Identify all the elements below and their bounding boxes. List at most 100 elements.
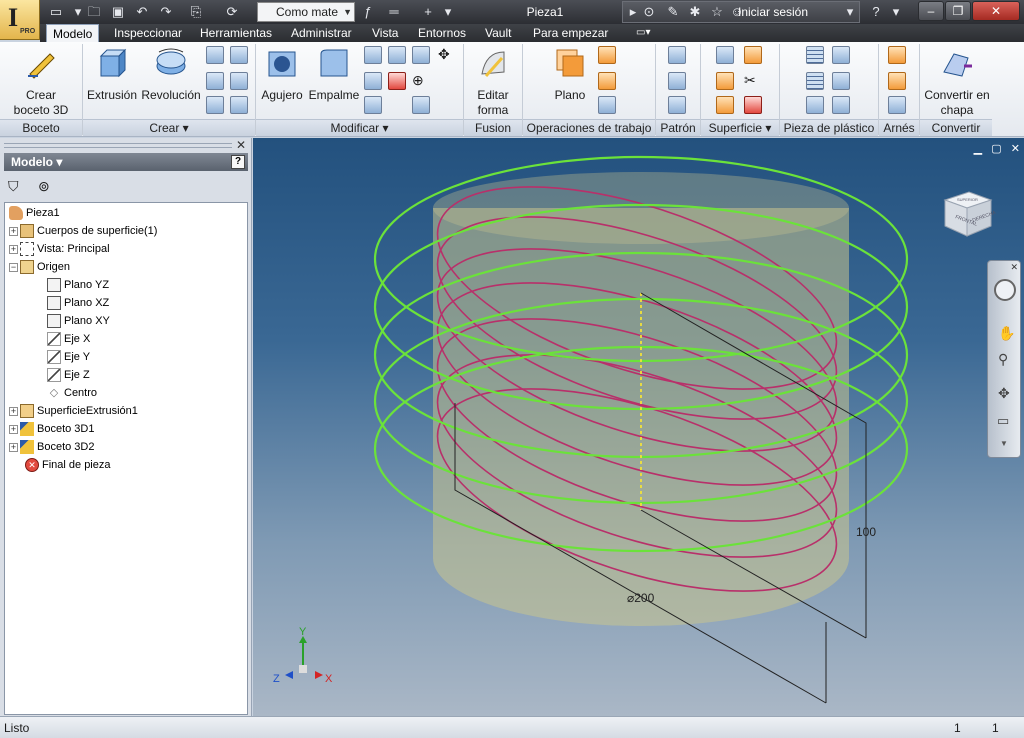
panel-superficie[interactable]: Superficie ▾ xyxy=(701,119,779,136)
tree-item-axis-x[interactable]: Eje X xyxy=(47,330,90,348)
viewcube[interactable]: FRONTAL DERECHA SUPERIOR xyxy=(939,182,997,240)
circular-pattern-icon[interactable] xyxy=(668,72,686,90)
tree-item-axis-y[interactable]: Eje Y xyxy=(47,348,90,366)
mirror-icon[interactable] xyxy=(668,96,686,114)
panel-modificar[interactable]: Modificar ▾ xyxy=(256,119,463,136)
browser-grip[interactable] xyxy=(4,143,232,148)
steering-wheel-icon[interactable] xyxy=(994,279,1016,301)
minimize-button[interactable]: – xyxy=(918,1,944,21)
expand-icon[interactable]: + xyxy=(9,244,18,254)
vp-restore-icon[interactable]: ▢ xyxy=(991,143,1001,155)
navbar-close-icon[interactable]: ✕ xyxy=(1010,262,1018,273)
tree-item-plane-xz[interactable]: Plano XZ xyxy=(47,294,109,312)
vp-minimize-icon[interactable]: ▁ xyxy=(974,143,982,155)
dim-height-label[interactable]: 100 xyxy=(856,525,876,539)
tree-item-origin[interactable]: − Origen xyxy=(9,258,70,276)
combine-icon[interactable] xyxy=(364,72,382,90)
tab-modelo[interactable]: Modelo xyxy=(46,24,100,43)
appearance-combo[interactable]: Como mate ▼ xyxy=(257,2,355,22)
rib-icon[interactable] xyxy=(206,96,224,114)
return-icon[interactable]: ⎘ xyxy=(188,4,204,20)
rectangular-pattern-icon[interactable] xyxy=(668,46,686,64)
tab-para-empezar[interactable]: Para empezar xyxy=(533,24,608,42)
signin-dropdown-icon[interactable]: ▾ xyxy=(842,4,858,20)
tree-item-pieza1[interactable]: Pieza1 xyxy=(9,204,60,222)
binoculars-icon[interactable]: ⊙ xyxy=(641,4,657,20)
editar-forma-button[interactable]: Editar forma xyxy=(468,44,518,118)
browser-close-icon[interactable]: ✕ xyxy=(236,138,246,152)
draft-icon[interactable] xyxy=(364,96,382,114)
loft-icon[interactable] xyxy=(206,46,224,64)
revolucion-button[interactable]: Revolución xyxy=(140,44,202,103)
patch-icon[interactable] xyxy=(744,46,762,64)
tree-item-sketch-3d1[interactable]: + Boceto 3D1 xyxy=(9,420,94,438)
chamfer-icon[interactable] xyxy=(364,46,382,64)
navbar-options-icon[interactable]: ▼ xyxy=(1000,439,1008,448)
tab-entornos[interactable]: Entornos xyxy=(418,24,466,42)
search-options-icon[interactable]: ▸ xyxy=(625,4,641,20)
zoom-icon[interactable]: ⚲ xyxy=(998,351,1008,368)
panel-arnes[interactable]: Arnés xyxy=(879,119,919,136)
harness-export-icon[interactable] xyxy=(888,96,906,114)
thicken-icon[interactable] xyxy=(412,96,430,114)
create-3d-sketch-button[interactable]: Crear boceto 3D xyxy=(6,44,76,118)
sweep-icon[interactable] xyxy=(206,72,224,90)
tree-item-plane-yz[interactable]: Plano YZ xyxy=(47,276,109,294)
panel-fusion[interactable]: Fusion xyxy=(464,119,522,136)
snap-fit-icon[interactable] xyxy=(806,96,824,114)
harness-icon[interactable] xyxy=(888,46,906,64)
replace-face-icon[interactable] xyxy=(716,96,734,114)
ribbon-options-icon[interactable]: ▭▾ xyxy=(636,24,650,42)
expand-icon[interactable]: + xyxy=(9,424,18,434)
tree-item-center[interactable]: ◇ Centro xyxy=(47,384,97,402)
coil-icon[interactable] xyxy=(230,46,248,64)
rule-fillet-icon[interactable] xyxy=(806,72,824,90)
help-icon[interactable]: ? xyxy=(868,4,884,20)
derive-icon[interactable] xyxy=(230,96,248,114)
rest-icon[interactable] xyxy=(832,72,850,90)
panel-convertir[interactable]: Convertir xyxy=(920,119,992,136)
browser-help-icon[interactable]: ? xyxy=(231,155,245,169)
emboss-icon[interactable] xyxy=(230,72,248,90)
panel-operaciones[interactable]: Operaciones de trabajo xyxy=(523,119,655,136)
panel-boceto[interactable]: Boceto xyxy=(0,119,82,136)
work-axis-icon[interactable] xyxy=(598,46,616,64)
vp-close-icon[interactable]: ✕ xyxy=(1011,143,1020,155)
expand-icon[interactable]: + xyxy=(9,226,18,236)
undo-icon[interactable]: ↶ xyxy=(134,4,150,20)
copy-object-icon[interactable]: ⊕ xyxy=(412,72,430,90)
grill-icon[interactable] xyxy=(806,46,824,64)
move-face-icon[interactable]: ✥ xyxy=(438,46,456,64)
customize-qat-icon[interactable]: ▾ xyxy=(440,4,456,20)
extruded-surface[interactable] xyxy=(433,172,849,626)
browser-header[interactable]: Modelo ▾ ? xyxy=(4,153,248,171)
update-icon[interactable]: ⟳ xyxy=(224,4,240,20)
look-at-icon[interactable]: ▭ xyxy=(997,413,1009,429)
favorites-icon[interactable]: ☆ xyxy=(709,4,725,20)
stitch-icon[interactable] xyxy=(716,46,734,64)
trim-icon[interactable]: ✂ xyxy=(744,72,762,90)
help-dropdown-icon[interactable]: ▾ xyxy=(888,4,904,20)
communication-icon[interactable]: ✱ xyxy=(687,4,703,20)
open-folder-icon[interactable]: 🗀 xyxy=(86,4,102,20)
tab-vault[interactable]: Vault xyxy=(485,24,511,42)
formula-icon[interactable]: ƒ xyxy=(360,4,376,20)
panel-plastico[interactable]: Pieza de plástico xyxy=(780,119,878,136)
tree-item-axis-z[interactable]: Eje Z xyxy=(47,366,90,384)
collapse-icon[interactable]: − xyxy=(9,262,18,272)
boss-icon[interactable] xyxy=(832,46,850,64)
save-icon[interactable]: ▣ xyxy=(110,4,126,20)
orbit-icon[interactable]: ✥ xyxy=(998,385,1010,402)
tree-item-view[interactable]: + Vista: Principal xyxy=(9,240,110,258)
tree-item-extrusion-surface[interactable]: + SuperficieExtrusión1 xyxy=(9,402,138,420)
tree-item-surface-bodies[interactable]: + Cuerpos de superficie(1) xyxy=(9,222,157,240)
tab-inspeccionar[interactable]: Inspeccionar xyxy=(114,24,182,42)
tree-item-plane-xy[interactable]: Plano XY xyxy=(47,312,110,330)
redo-icon[interactable]: ↷ xyxy=(158,4,174,20)
agujero-button[interactable]: Agujero xyxy=(258,44,306,103)
measure-icon[interactable]: ═ xyxy=(386,4,402,20)
close-button[interactable]: ✕ xyxy=(972,1,1020,21)
tab-vista[interactable]: Vista xyxy=(372,24,398,42)
filter-icon[interactable]: ⛉ xyxy=(8,178,19,195)
work-point-icon[interactable] xyxy=(598,72,616,90)
